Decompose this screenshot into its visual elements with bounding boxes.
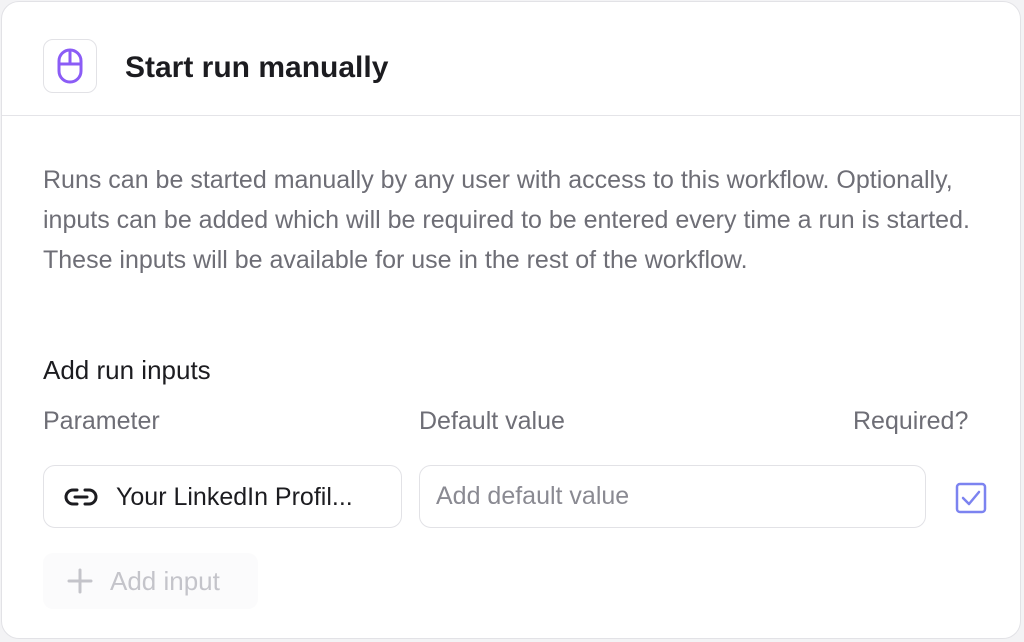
link-icon xyxy=(64,484,98,510)
trigger-card: Start run manually Runs can be started m… xyxy=(1,1,1021,639)
parameter-name: Your LinkedIn Profil... xyxy=(116,483,353,511)
trigger-description: Runs can be started manually by any user… xyxy=(43,166,970,274)
card-header: Start run manually xyxy=(2,2,1020,116)
inputs-section-title: Add run inputs xyxy=(43,355,211,385)
column-header-default-value: Default value xyxy=(419,407,565,435)
column-header-required: Required? xyxy=(853,407,969,435)
card-title: Start run manually xyxy=(125,51,389,84)
add-input-label: Add input xyxy=(110,566,220,596)
add-input-button[interactable]: Add input xyxy=(43,553,258,609)
parameter-field[interactable]: Your LinkedIn Profil... xyxy=(43,465,402,528)
column-header-parameter: Parameter xyxy=(43,407,160,435)
mouse-icon xyxy=(57,48,83,84)
plus-icon xyxy=(67,568,93,594)
trigger-icon-box xyxy=(43,39,97,93)
default-value-input[interactable] xyxy=(419,465,926,528)
checkbox-checked-icon xyxy=(955,482,987,514)
required-checkbox[interactable] xyxy=(955,482,987,514)
